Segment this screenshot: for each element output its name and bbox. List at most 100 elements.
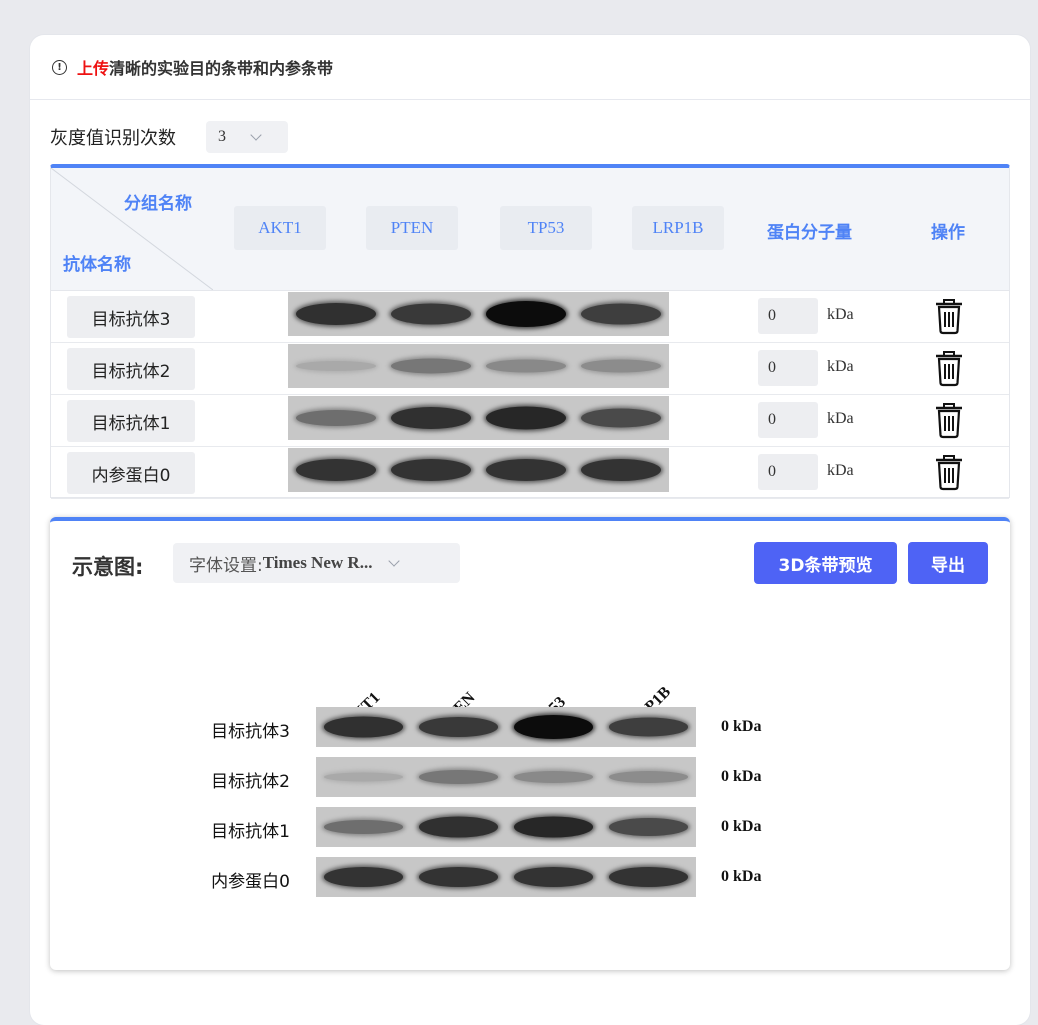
blot-lane-3 — [506, 807, 601, 847]
gray-count-value: 3 — [218, 128, 226, 145]
blot-band — [295, 303, 376, 325]
table-header: 分组名称 抗体名称 AKT1 PTEN TP53 LRP1B 蛋白分子量 操作 — [51, 168, 1009, 291]
blot-band — [581, 408, 662, 428]
blot-band — [513, 715, 594, 739]
blot-band — [323, 716, 404, 738]
trash-icon[interactable] — [931, 297, 967, 335]
notice-text: 清晰的实验目的条带和内参条带 — [109, 59, 334, 78]
preview-blot — [316, 807, 696, 847]
blot-band — [418, 867, 499, 887]
blot-lane-1 — [316, 757, 411, 797]
preview-mw-label: 0 kDa — [721, 768, 762, 785]
blot-band — [418, 717, 499, 737]
export-button[interactable]: 导出 — [908, 542, 988, 584]
blot-band — [513, 816, 594, 838]
blot-band — [390, 459, 471, 481]
blot-lane-1 — [288, 448, 383, 492]
blot-band — [323, 867, 404, 887]
antibody-name-button[interactable]: 目标抗体3 — [67, 296, 195, 338]
blot-lane-3 — [506, 707, 601, 747]
table-row: 目标抗体2 0 kDa — [51, 342, 1009, 395]
gray-count-select[interactable]: 3 — [206, 121, 288, 153]
font-select-value: Times New R... — [262, 553, 373, 572]
notice-bar: ! 上传 清晰的实验目的条带和内参条带 — [30, 35, 1030, 100]
mw-input[interactable]: 0 — [758, 350, 818, 386]
preview-row-label: 目标抗体2 — [211, 772, 290, 792]
blot-lane-2 — [411, 707, 506, 747]
trash-icon[interactable] — [931, 349, 967, 387]
blot-image — [288, 448, 669, 492]
blot-band — [513, 867, 594, 887]
blot-band — [608, 717, 689, 737]
group-name-header: 分组名称 — [124, 194, 192, 214]
blot-lane-4 — [601, 857, 696, 897]
chevron-down-icon — [388, 554, 401, 567]
gray-count-row: 灰度值识别次数 3 — [50, 121, 288, 153]
mw-unit: kDa — [827, 410, 854, 427]
mw-unit: kDa — [827, 358, 854, 375]
blot-band — [418, 770, 499, 784]
table-row: 目标抗体1 0 kDa — [51, 394, 1009, 447]
blot-lane-1 — [316, 807, 411, 847]
blot-band — [486, 301, 567, 327]
operation-column-header: 操作 — [931, 223, 965, 243]
blot-band — [513, 771, 594, 783]
preview-blot — [316, 707, 696, 747]
blot-lane-1 — [288, 344, 383, 388]
mw-unit: kDa — [827, 462, 854, 479]
font-select[interactable]: 字体设置: Times New R... — [173, 543, 460, 583]
group-header-pten[interactable]: PTEN — [366, 206, 458, 250]
table-row: 内参蛋白0 0 kDa — [51, 446, 1009, 499]
trash-icon[interactable] — [931, 401, 967, 439]
blot-band — [323, 772, 404, 782]
notice-highlight: 上传 — [77, 59, 110, 78]
blot-band — [581, 359, 662, 373]
blot-band — [390, 358, 471, 374]
blot-lane-2 — [383, 396, 478, 440]
blot-lane-4 — [574, 396, 669, 440]
blot-lane-1 — [316, 707, 411, 747]
blot-lane-3 — [506, 857, 601, 897]
mw-input[interactable]: 0 — [758, 454, 818, 490]
blot-lane-3 — [506, 757, 601, 797]
trash-icon[interactable] — [931, 453, 967, 491]
font-select-label: 字体设置: — [189, 555, 263, 576]
blot-band — [390, 303, 471, 325]
preview-mw-label: 0 kDa — [721, 868, 762, 885]
antibody-name-header: 抗体名称 — [63, 255, 131, 275]
blot-band — [486, 406, 567, 430]
gray-count-label: 灰度值识别次数 — [50, 128, 176, 149]
blot-band — [581, 303, 662, 325]
preview-mw-label: 0 kDa — [721, 818, 762, 835]
mw-input[interactable]: 0 — [758, 298, 818, 334]
mw-input[interactable]: 0 — [758, 402, 818, 438]
blot-lane-4 — [601, 707, 696, 747]
blot-image — [288, 292, 669, 336]
group-header-tp53[interactable]: TP53 — [500, 206, 592, 250]
blot-lane-2 — [411, 757, 506, 797]
antibody-name-button[interactable]: 目标抗体1 — [67, 400, 195, 442]
blot-band — [608, 818, 689, 836]
preview-mw-label: 0 kDa — [721, 718, 762, 735]
group-header-akt1[interactable]: AKT1 — [234, 206, 326, 250]
blot-lane-1 — [288, 292, 383, 336]
blot-band — [486, 459, 567, 481]
preview-row-label: 目标抗体1 — [211, 822, 290, 842]
blot-lane-2 — [383, 344, 478, 388]
blot-band — [390, 407, 471, 429]
blot-lane-4 — [601, 757, 696, 797]
preview-row-label: 目标抗体3 — [211, 722, 290, 742]
blot-band — [295, 361, 376, 371]
antibody-name-button[interactable]: 内参蛋白0 — [67, 452, 195, 494]
antibody-name-button[interactable]: 目标抗体2 — [67, 348, 195, 390]
diagonal-header-cell: 分组名称 抗体名称 — [51, 168, 213, 290]
group-header-lrp1b[interactable]: LRP1B — [632, 206, 724, 250]
3d-preview-button[interactable]: 3D条带预览 — [754, 542, 897, 584]
preview-title: 示意图: — [72, 555, 144, 579]
blot-band — [323, 820, 404, 834]
preview-row-label: 内参蛋白0 — [211, 872, 290, 892]
blot-lane-2 — [383, 448, 478, 492]
mw-unit: kDa — [827, 306, 854, 323]
blot-band — [418, 816, 499, 838]
blot-band — [581, 459, 662, 481]
